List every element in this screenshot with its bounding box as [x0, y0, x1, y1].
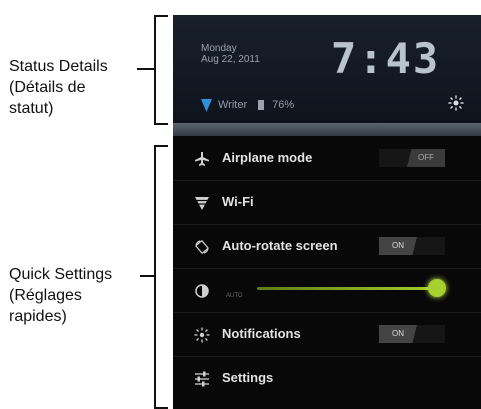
status-details-callout-line-1: Status Details [9, 58, 108, 75]
notifications-toggle[interactable]: ON [379, 325, 445, 343]
battery-icon [258, 100, 265, 110]
quick-settings-callout-line-2: (Réglages [9, 287, 82, 304]
day-label: Monday [201, 43, 237, 54]
notifications-row[interactable]: Notifications ON [173, 312, 481, 357]
panel-divider [173, 123, 481, 136]
airplane-mode-toggle[interactable]: OFF [379, 149, 445, 167]
quick-settings-callout: Quick Settings (Réglages rapides) [9, 264, 112, 327]
status-details-leader-line [137, 68, 154, 70]
settings-label: Settings [222, 370, 274, 385]
quick-settings-leader-line [140, 275, 154, 277]
brightness-row: AUTO [173, 268, 481, 313]
date-label: Aug 22, 2011 [201, 54, 260, 65]
date-display: Monday Aug 22, 2011 [201, 43, 260, 65]
notifications-sun-icon [194, 327, 210, 343]
brightness-icon [195, 284, 209, 298]
network-name: Writer [218, 99, 248, 111]
status-details-callout-line-2: (Détails de [9, 79, 86, 96]
auto-rotate-label: Auto-rotate screen [222, 238, 338, 253]
airplane-mode-toggle-state: OFF [407, 149, 445, 167]
quick-settings-bracket [154, 145, 168, 409]
status-details-panel[interactable]: Monday Aug 22, 2011 7:43 Writer 76% [173, 15, 481, 123]
airplane-mode-row[interactable]: Airplane mode OFF [173, 136, 481, 181]
wifi-row[interactable]: Wi-Fi [173, 180, 481, 225]
status-details-callout-line-3: statut) [9, 100, 54, 117]
auto-rotate-row[interactable]: Auto-rotate screen ON [173, 224, 481, 269]
quick-settings-callout-line-3: rapides) [9, 308, 67, 325]
brightness-slider-track[interactable] [257, 287, 439, 290]
wifi-signal-icon [201, 98, 212, 112]
settings-row[interactable]: Settings [173, 356, 481, 400]
notifications-toggle-state: ON [379, 325, 417, 343]
battery-percent: 76% [272, 99, 295, 111]
settings-sliders-icon [195, 371, 209, 387]
airplane-icon [195, 152, 209, 166]
wifi-label: Wi-Fi [222, 194, 254, 209]
auto-rotate-toggle-state: ON [379, 237, 417, 255]
clock-display: 7:43 [331, 34, 441, 83]
quick-settings-callout-line-1: Quick Settings [9, 266, 113, 283]
brightness-slider-thumb[interactable] [428, 279, 446, 297]
notification-panel: Monday Aug 22, 2011 7:43 Writer 76% Airp… [173, 15, 481, 409]
connection-status-row: Writer 76% [201, 97, 294, 113]
auto-rotate-icon [195, 240, 209, 254]
auto-rotate-toggle[interactable]: ON [379, 237, 445, 255]
quick-settings-list: Airplane mode OFF Wi-Fi Auto-rotate scre… [173, 136, 481, 409]
status-details-callout: Status Details (Détails de statut) [9, 56, 108, 119]
status-details-bracket [154, 15, 168, 125]
brightness-sun-icon [448, 95, 464, 111]
airplane-mode-label: Airplane mode [222, 150, 313, 165]
notifications-label: Notifications [222, 326, 301, 341]
brightness-auto-label[interactable]: AUTO [226, 293, 243, 300]
wifi-icon [195, 197, 209, 210]
